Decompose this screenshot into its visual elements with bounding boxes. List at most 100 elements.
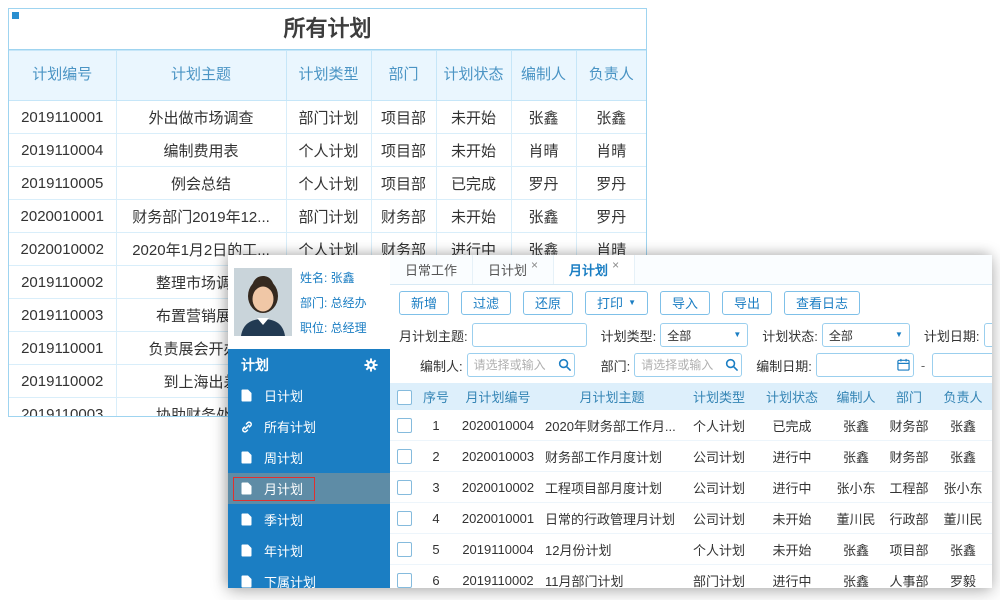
column-header: 计划编号 xyxy=(9,50,117,101)
cell-subject[interactable]: 财务部工作月度计划 xyxy=(542,440,682,472)
cell-status: 未开始 xyxy=(756,502,828,534)
calendar-icon[interactable] xyxy=(897,358,910,371)
cell-subject[interactable]: 12月份计划 xyxy=(542,533,682,565)
cell-owner[interactable]: 张小东 xyxy=(934,471,992,503)
cell-creator[interactable]: 董川民 xyxy=(828,502,884,534)
creator-filter-search xyxy=(466,353,575,377)
cell-subject[interactable]: 工程项目部月度计划 xyxy=(542,471,682,503)
row-checkbox[interactable] xyxy=(396,418,412,434)
filter-button[interactable]: 过滤 xyxy=(461,290,512,315)
close-icon[interactable]: × xyxy=(531,258,538,272)
restore-button[interactable]: 还原 xyxy=(523,290,574,315)
gear-icon[interactable] xyxy=(364,357,378,372)
cell-creator[interactable]: 张鑫 xyxy=(828,410,884,441)
cell-id[interactable]: 2020010001 xyxy=(454,502,542,534)
table-cell: 2019110003 xyxy=(9,298,117,332)
cell-subject[interactable]: 11月部门计划 xyxy=(542,564,682,588)
column-header: 月计划主题 xyxy=(542,383,682,410)
checkbox-cell xyxy=(390,410,418,441)
cell-dept: 工程部 xyxy=(884,471,934,503)
cell-id[interactable]: 2019110002 xyxy=(454,564,542,588)
sidebar-item-weekly-plan[interactable]: 周计划 xyxy=(228,442,390,473)
import-button[interactable]: 导入 xyxy=(659,290,710,315)
row-checkbox[interactable] xyxy=(396,511,412,527)
column-header: 计划类型 xyxy=(285,50,372,101)
checkbox-cell xyxy=(390,564,418,588)
sidebar-item-daily-plan[interactable]: 日计划 xyxy=(228,380,390,411)
type-filter-value: 全部 xyxy=(667,328,692,343)
avatar-image xyxy=(234,268,292,336)
export-button[interactable]: 导出 xyxy=(722,290,773,315)
view-logs-button[interactable]: 查看日志 xyxy=(784,290,861,315)
plan-date-input[interactable] xyxy=(983,323,992,347)
profile-position: 职位: 总经理 xyxy=(300,320,367,335)
cell-id[interactable]: 2019110004 xyxy=(454,533,542,565)
cell-creator[interactable]: 张鑫 xyxy=(828,440,884,472)
tab-label: 日常工作 xyxy=(405,263,458,278)
sidebar-item-label: 日计划 xyxy=(264,389,304,404)
cell-owner[interactable]: 罗毅 xyxy=(934,564,992,588)
created-date-end-input[interactable] xyxy=(932,353,992,377)
column-header: 编制人 xyxy=(828,383,884,410)
type-filter-select[interactable]: 全部 ▼ xyxy=(660,323,749,347)
tab-daily-plan[interactable]: 日计划 × xyxy=(473,255,555,284)
cell-type: 个人计划 xyxy=(682,410,756,441)
sidebar-item-monthly-plan[interactable]: 月计划 xyxy=(228,473,390,504)
table-header-row: 计划编号 计划主题 计划类型 部门 计划状态 编制人 负责人 xyxy=(9,50,646,101)
cell-creator[interactable]: 张小东 xyxy=(828,471,884,503)
table-cell: 张鑫 xyxy=(510,199,577,233)
sidebar-item-subordinate-plans[interactable]: 下属计划 xyxy=(228,566,390,588)
cell-id[interactable]: 2020010003 xyxy=(454,440,542,472)
checkbox-cell xyxy=(390,502,418,534)
print-button[interactable]: 打印 ▼ xyxy=(585,290,648,315)
table-cell: 未开始 xyxy=(435,199,512,233)
sidebar-item-all-plans[interactable]: 所有计划 xyxy=(228,411,390,442)
table-header-row: 序号 月计划编号 月计划主题 计划类型 计划状态 编制人 部门 负责人 xyxy=(390,383,992,410)
cell-id[interactable]: 2020010002 xyxy=(454,471,542,503)
cell-type: 公司计划 xyxy=(682,502,756,534)
add-button[interactable]: 新增 xyxy=(399,290,450,315)
cell-dept: 财务部 xyxy=(884,440,934,472)
table-cell: 编制费用表 xyxy=(115,133,287,167)
search-icon[interactable] xyxy=(725,358,739,371)
cell-status: 进行中 xyxy=(756,440,828,472)
row-checkbox[interactable] xyxy=(396,480,412,496)
sidebar-item-yearly-plan[interactable]: 年计划 xyxy=(228,535,390,566)
cell-owner[interactable]: 张鑫 xyxy=(934,440,992,472)
cell-no: 1 xyxy=(418,410,454,441)
checkbox-cell xyxy=(390,440,418,472)
cell-dept: 财务部 xyxy=(884,410,934,441)
cell-owner[interactable]: 张鑫 xyxy=(934,533,992,565)
sidebar-item-label: 所有计划 xyxy=(264,420,317,435)
search-icon[interactable] xyxy=(558,358,571,371)
sidebar: 姓名: 张鑫 部门: 总经办 职位: 总经理 计划 日计划 所有计划 周计划 月计划季… xyxy=(228,255,390,588)
sidebar-item-quarterly-plan[interactable]: 季计划 xyxy=(228,504,390,535)
status-filter-select[interactable]: 全部 ▼ xyxy=(821,323,910,347)
cell-id[interactable]: 2020010004 xyxy=(454,410,542,441)
type-filter-label: 计划类型: xyxy=(600,328,657,344)
table-cell: 已完成 xyxy=(435,166,512,200)
subject-filter-input[interactable] xyxy=(471,323,587,347)
close-icon[interactable]: × xyxy=(612,258,619,272)
table-cell: 2019110002 xyxy=(9,265,117,299)
table-row: 1 2020010004 2020年财务部工作月... 个人计划 已完成 张鑫 财务部 张鑫 xyxy=(390,410,992,441)
cell-owner[interactable]: 董川民 xyxy=(934,502,992,534)
tab-monthly-plan[interactable]: 月计划 × xyxy=(554,255,636,284)
cell-creator[interactable]: 张鑫 xyxy=(828,533,884,565)
row-checkbox[interactable] xyxy=(396,573,412,588)
table-row: 6 2019110002 11月部门计划 部门计划 进行中 张鑫 人事部 罗毅 xyxy=(390,564,992,588)
select-all-checkbox[interactable] xyxy=(396,389,412,405)
table-cell: 肖晴 xyxy=(510,133,577,167)
status-filter-label: 计划状态: xyxy=(762,328,818,344)
cell-subject[interactable]: 日常的行政管理月计划 xyxy=(542,502,682,534)
cell-owner[interactable]: 张鑫 xyxy=(934,410,992,441)
plan-module-window: 姓名: 张鑫 部门: 总经办 职位: 总经理 计划 日计划 所有计划 周计划 月计划季… xyxy=(228,255,992,588)
cell-subject[interactable]: 2020年财务部工作月... xyxy=(542,410,682,441)
cell-creator[interactable]: 张鑫 xyxy=(828,564,884,588)
row-checkbox[interactable] xyxy=(396,449,412,465)
table-cell: 个人计划 xyxy=(285,166,372,200)
table-cell: 未开始 xyxy=(435,133,512,167)
table-row: 2019110005 例会总结 个人计划 项目部 已完成 罗丹 罗丹 xyxy=(9,166,646,200)
row-checkbox[interactable] xyxy=(396,542,412,558)
tab-daily-work[interactable]: 日常工作 xyxy=(390,255,474,284)
